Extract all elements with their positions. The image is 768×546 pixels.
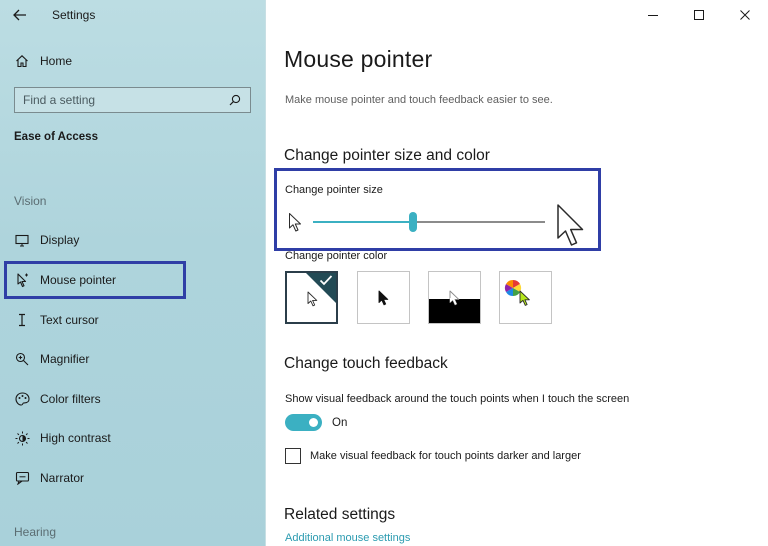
additional-mouse-settings-link[interactable]: Additional mouse settings <box>285 532 410 544</box>
page-title: Mouse pointer <box>284 46 433 72</box>
search-input[interactable] <box>23 90 228 110</box>
home-label: Home <box>40 54 73 68</box>
pointer-size-label: Change pointer size <box>285 184 383 196</box>
sidebar-item-narrator[interactable]: Narrator <box>4 459 186 497</box>
pointer-size-slider[interactable] <box>288 204 612 246</box>
touch-feedback-toggle[interactable] <box>285 414 322 431</box>
text-cursor-icon <box>14 312 30 328</box>
sidebar-item-high-contrast[interactable]: High contrast <box>4 419 186 457</box>
home-icon <box>14 53 30 69</box>
home-link[interactable]: Home <box>14 50 72 72</box>
sidebar-item-mouse-pointer[interactable]: Mouse pointer <box>4 261 186 299</box>
sidebar-item-label: Narrator <box>40 471 85 485</box>
page-description: Make mouse pointer and touch feedback ea… <box>285 94 553 106</box>
pointer-color-inverted[interactable] <box>428 271 481 324</box>
touch-section-heading: Change touch feedback <box>284 355 448 372</box>
sidebar-item-text-cursor[interactable]: Text cursor <box>4 301 186 339</box>
search-icon[interactable] <box>228 93 242 107</box>
narrator-icon <box>14 470 30 486</box>
high-contrast-icon <box>14 430 30 446</box>
slider-track-fill <box>313 221 413 223</box>
group-label-vision: Vision <box>14 194 47 208</box>
darker-feedback-option[interactable]: Make visual feedback for touch points da… <box>285 448 581 464</box>
darker-feedback-label: Make visual feedback for touch points da… <box>310 450 581 462</box>
toggle-knob <box>309 418 318 427</box>
maximize-button[interactable] <box>676 0 722 30</box>
black-pointer-icon <box>378 290 389 306</box>
sidebar-item-label: Mouse pointer <box>40 273 117 287</box>
pointer-color-white[interactable] <box>285 271 338 324</box>
toggle-state-label: On <box>332 416 348 429</box>
close-icon <box>740 10 750 20</box>
minimize-button[interactable] <box>630 0 676 30</box>
mouse-pointer-icon <box>14 272 30 288</box>
pointer-color-black[interactable] <box>357 271 410 324</box>
color-filters-icon <box>14 391 30 407</box>
back-arrow-icon <box>13 9 26 21</box>
sidebar-item-magnifier[interactable]: Magnifier <box>4 340 186 378</box>
sidebar-item-label: High contrast <box>40 431 111 445</box>
sidebar-item-label: Display <box>40 233 80 247</box>
slider-thumb[interactable] <box>408 212 417 232</box>
pointer-color-label: Change pointer color <box>285 250 388 262</box>
magnifier-icon <box>14 351 30 367</box>
custom-pointer-icon <box>519 290 530 306</box>
sidebar: Settings Home Ease of Access Vision Disp… <box>0 0 266 546</box>
sidebar-item-display[interactable]: Display <box>4 221 186 259</box>
sidebar-item-label: Text cursor <box>40 313 99 327</box>
slider-track[interactable] <box>313 212 545 232</box>
touch-feedback-toggle-row: On <box>285 414 347 431</box>
group-label-hearing: Hearing <box>14 525 57 539</box>
sidebar-item-color-filters[interactable]: Color filters <box>4 380 186 418</box>
small-pointer-icon <box>289 213 301 232</box>
main-content: Mouse pointer Make mouse pointer and tou… <box>266 0 768 546</box>
sidebar-item-label: Magnifier <box>40 352 90 366</box>
white-pointer-icon <box>307 291 318 307</box>
pointer-section-heading: Change pointer size and color <box>284 147 490 164</box>
monitor-icon <box>14 232 30 248</box>
sidebar-item-label: Color filters <box>40 392 101 406</box>
inverted-pointer-icon <box>449 290 460 306</box>
window-controls <box>630 0 768 30</box>
related-settings-heading: Related settings <box>284 506 396 523</box>
darker-feedback-checkbox[interactable] <box>285 448 301 464</box>
section-header: Ease of Access <box>14 131 98 143</box>
minimize-icon <box>648 15 658 16</box>
app-title: Settings <box>52 8 96 22</box>
checkmark-icon <box>319 275 333 286</box>
large-pointer-icon <box>557 204 584 246</box>
title-bar: Settings <box>0 0 266 30</box>
search-box[interactable] <box>14 87 251 113</box>
pointer-color-custom[interactable] <box>499 271 552 324</box>
close-button[interactable] <box>722 0 768 30</box>
show-feedback-label: Show visual feedback around the touch po… <box>285 393 630 405</box>
maximize-icon <box>694 10 704 20</box>
back-button[interactable] <box>0 0 40 30</box>
